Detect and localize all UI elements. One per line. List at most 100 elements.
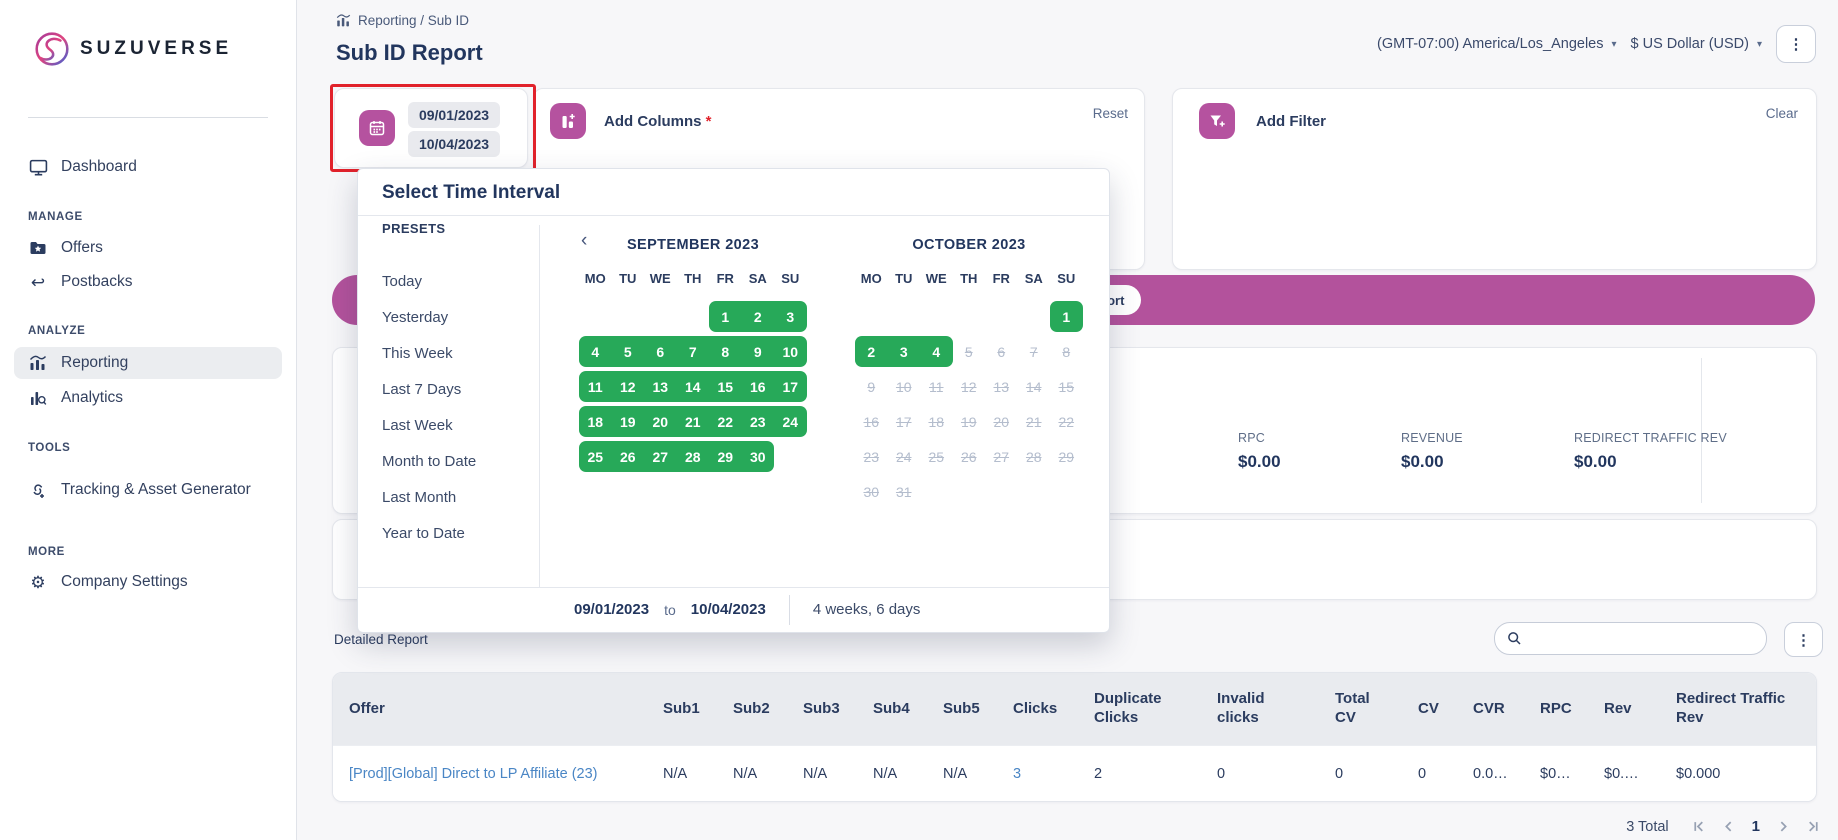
table-kebab-menu-button[interactable]: ⋮ <box>1784 622 1823 657</box>
day-17[interactable]: 17 <box>774 369 807 404</box>
day-11[interactable]: 11 <box>579 369 612 404</box>
preset-today[interactable]: Today <box>382 263 476 299</box>
breadcrumb-text[interactable]: Reporting / Sub ID <box>358 13 469 28</box>
cell-clicks[interactable]: 3 <box>1013 766 1094 782</box>
day-2[interactable]: 2 <box>742 299 775 334</box>
day-13[interactable]: 13 <box>644 369 677 404</box>
day-8[interactable]: 8 <box>709 334 742 369</box>
day-22[interactable]: 22 <box>709 404 742 439</box>
preset-last-7-days[interactable]: Last 7 Days <box>382 371 476 407</box>
day-20[interactable]: 20 <box>644 404 677 439</box>
day-29[interactable]: 29 <box>709 439 742 474</box>
sidebar-item-offers[interactable]: Offers <box>14 232 282 264</box>
day-26[interactable]: 26 <box>612 439 645 474</box>
day-3[interactable]: 3 <box>774 299 807 334</box>
preset-last-week[interactable]: Last Week <box>382 407 476 443</box>
caret-down-icon: ▾ <box>1612 39 1617 50</box>
weekday-label: WE <box>920 271 953 286</box>
day-5[interactable]: 5 <box>612 334 645 369</box>
day-7[interactable]: 7 <box>677 334 710 369</box>
day-14[interactable]: 14 <box>677 369 710 404</box>
preset-last-month[interactable]: Last Month <box>382 479 476 515</box>
weekday-row: MOTUWETHFRSASU <box>579 261 807 295</box>
day-3[interactable]: 3 <box>888 334 921 369</box>
pagination-prev-icon[interactable] <box>1722 820 1735 833</box>
day-1[interactable]: 1 <box>1050 299 1083 334</box>
day-22: 22 <box>1050 404 1083 439</box>
day-10: 10 <box>888 369 921 404</box>
day-1[interactable]: 1 <box>709 299 742 334</box>
day-18[interactable]: 18 <box>579 404 612 439</box>
calendar-icon[interactable] <box>359 110 395 146</box>
day-26: 26 <box>953 439 986 474</box>
day-10[interactable]: 10 <box>774 334 807 369</box>
day-24[interactable]: 24 <box>774 404 807 439</box>
day-4[interactable]: 4 <box>579 334 612 369</box>
day-19[interactable]: 19 <box>612 404 645 439</box>
day-28[interactable]: 28 <box>677 439 710 474</box>
day-17: 17 <box>888 404 921 439</box>
currency-select[interactable]: $ US Dollar (USD) ▾ <box>1631 36 1762 52</box>
cell-redirect-traffic-rev: $0.000 <box>1676 766 1816 782</box>
header-controls: (GMT-07:00) America/Los_Angeles ▾ $ US D… <box>1377 25 1816 63</box>
column-header-sub2: Sub2 <box>733 700 803 719</box>
header-kebab-menu-button[interactable]: ⋮ <box>1776 25 1816 63</box>
detailed-report-table: OfferSub1Sub2Sub3Sub4Sub5ClicksDuplicate… <box>332 672 1817 802</box>
day-empty <box>1050 474 1083 509</box>
date-range-button[interactable]: 09/01/2023 10/04/2023 <box>334 88 528 168</box>
cell-invalid-clicks: 0 <box>1217 766 1335 782</box>
sidebar-item-dashboard[interactable]: Dashboard <box>14 151 282 183</box>
day-6[interactable]: 6 <box>644 334 677 369</box>
day-30[interactable]: 30 <box>742 439 775 474</box>
sidebar-item-postbacks[interactable]: ↩ Postbacks <box>14 266 282 298</box>
day-27: 27 <box>985 439 1018 474</box>
brand-logo[interactable]: SUZUVERSE <box>33 30 232 68</box>
day-21[interactable]: 21 <box>677 404 710 439</box>
clear-button[interactable]: Clear <box>1766 106 1798 121</box>
detailed-report-label: Detailed Report <box>334 632 428 647</box>
footer-date-from: 09/01/2023 <box>574 601 649 618</box>
app-root: SUZUVERSE Dashboard MANAGE <box>0 0 1838 840</box>
offer-link[interactable]: [Prod][Global] Direct to LP Affiliate (2… <box>333 766 663 782</box>
day-4[interactable]: 4 <box>920 334 953 369</box>
timezone-select[interactable]: (GMT-07:00) America/Los_Angeles ▾ <box>1377 36 1617 52</box>
day-15[interactable]: 15 <box>709 369 742 404</box>
day-2[interactable]: 2 <box>855 334 888 369</box>
sidebar-item-analytics[interactable]: Analytics <box>14 382 282 414</box>
add-columns-icon[interactable] <box>550 103 586 139</box>
sidebar-item-company-settings[interactable]: ⚙ Company Settings <box>14 566 282 598</box>
preset-this-week[interactable]: This Week <box>382 335 476 371</box>
date-to-value[interactable]: 10/04/2023 <box>408 131 500 157</box>
cell-sub5: N/A <box>943 766 1013 782</box>
preset-month-to-date[interactable]: Month to Date <box>382 443 476 479</box>
search-input[interactable] <box>1530 630 1754 647</box>
pagination-first-icon[interactable] <box>1692 820 1705 833</box>
day-21: 21 <box>1018 404 1051 439</box>
presets-label: PRESETS <box>382 221 445 236</box>
pagination-current-page[interactable]: 1 <box>1752 818 1760 835</box>
chevron-left-icon[interactable]: ‹ <box>581 231 587 250</box>
date-from-value[interactable]: 09/01/2023 <box>408 102 500 128</box>
bar-chart-icon <box>28 354 48 372</box>
pagination-next-icon[interactable] <box>1777 820 1790 833</box>
stat-label: REDIRECT TRAFFIC REV <box>1574 431 1727 445</box>
day-9[interactable]: 9 <box>742 334 775 369</box>
day-12[interactable]: 12 <box>612 369 645 404</box>
day-25[interactable]: 25 <box>579 439 612 474</box>
add-filter-icon[interactable] <box>1199 103 1235 139</box>
day-23[interactable]: 23 <box>742 404 775 439</box>
sidebar-item-tracking-asset-generator[interactable]: Tracking & Asset Generator <box>14 466 282 514</box>
table-row: [Prod][Global] Direct to LP Affiliate (2… <box>333 745 1816 801</box>
add-columns-button[interactable]: Add Columns * <box>604 113 712 130</box>
preset-year-to-date[interactable]: Year to Date <box>382 515 476 551</box>
add-filter-button[interactable]: Add Filter <box>1256 113 1326 130</box>
weekday-label: SU <box>774 271 807 286</box>
pagination-last-icon[interactable] <box>1807 820 1820 833</box>
day-empty <box>985 474 1018 509</box>
sidebar-item-reporting[interactable]: Reporting <box>14 347 282 379</box>
reset-button[interactable]: Reset <box>1093 106 1128 121</box>
day-16[interactable]: 16 <box>742 369 775 404</box>
day-grid: 1234567891011121314151617181920212223242… <box>579 299 807 474</box>
preset-yesterday[interactable]: Yesterday <box>382 299 476 335</box>
day-27[interactable]: 27 <box>644 439 677 474</box>
